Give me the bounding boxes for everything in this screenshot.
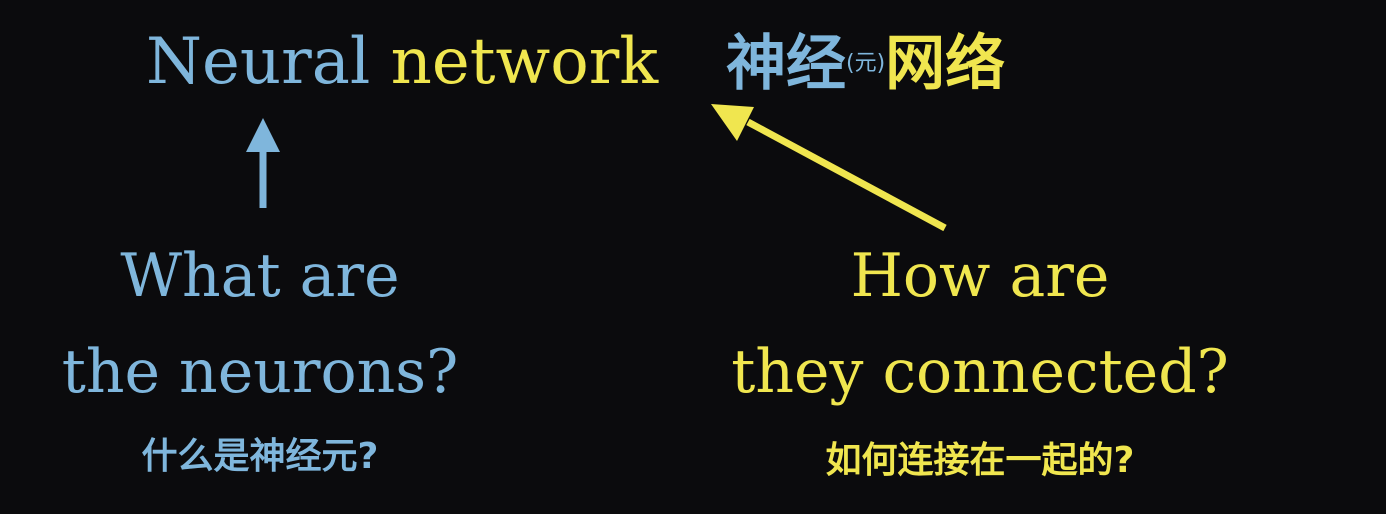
question-neurons: What are the neurons? bbox=[20, 228, 500, 420]
diagonal-arrow-icon bbox=[711, 104, 947, 232]
question-connections-line2: they connected? bbox=[731, 337, 1229, 407]
up-arrow-icon bbox=[246, 118, 280, 208]
question-neurons-line1: What are bbox=[120, 241, 400, 311]
question-connections: How are they connected? bbox=[680, 228, 1280, 420]
question-neurons-line2: the neurons? bbox=[61, 337, 459, 407]
question-neurons-chinese: 什么是神经元? bbox=[141, 436, 379, 477]
question-connections-line1: How are bbox=[850, 241, 1110, 311]
slide: Neural network 神经(元)网络 What are the neur… bbox=[0, 0, 1386, 514]
question-connections-chinese: 如何连接在一起的? bbox=[825, 440, 1135, 481]
